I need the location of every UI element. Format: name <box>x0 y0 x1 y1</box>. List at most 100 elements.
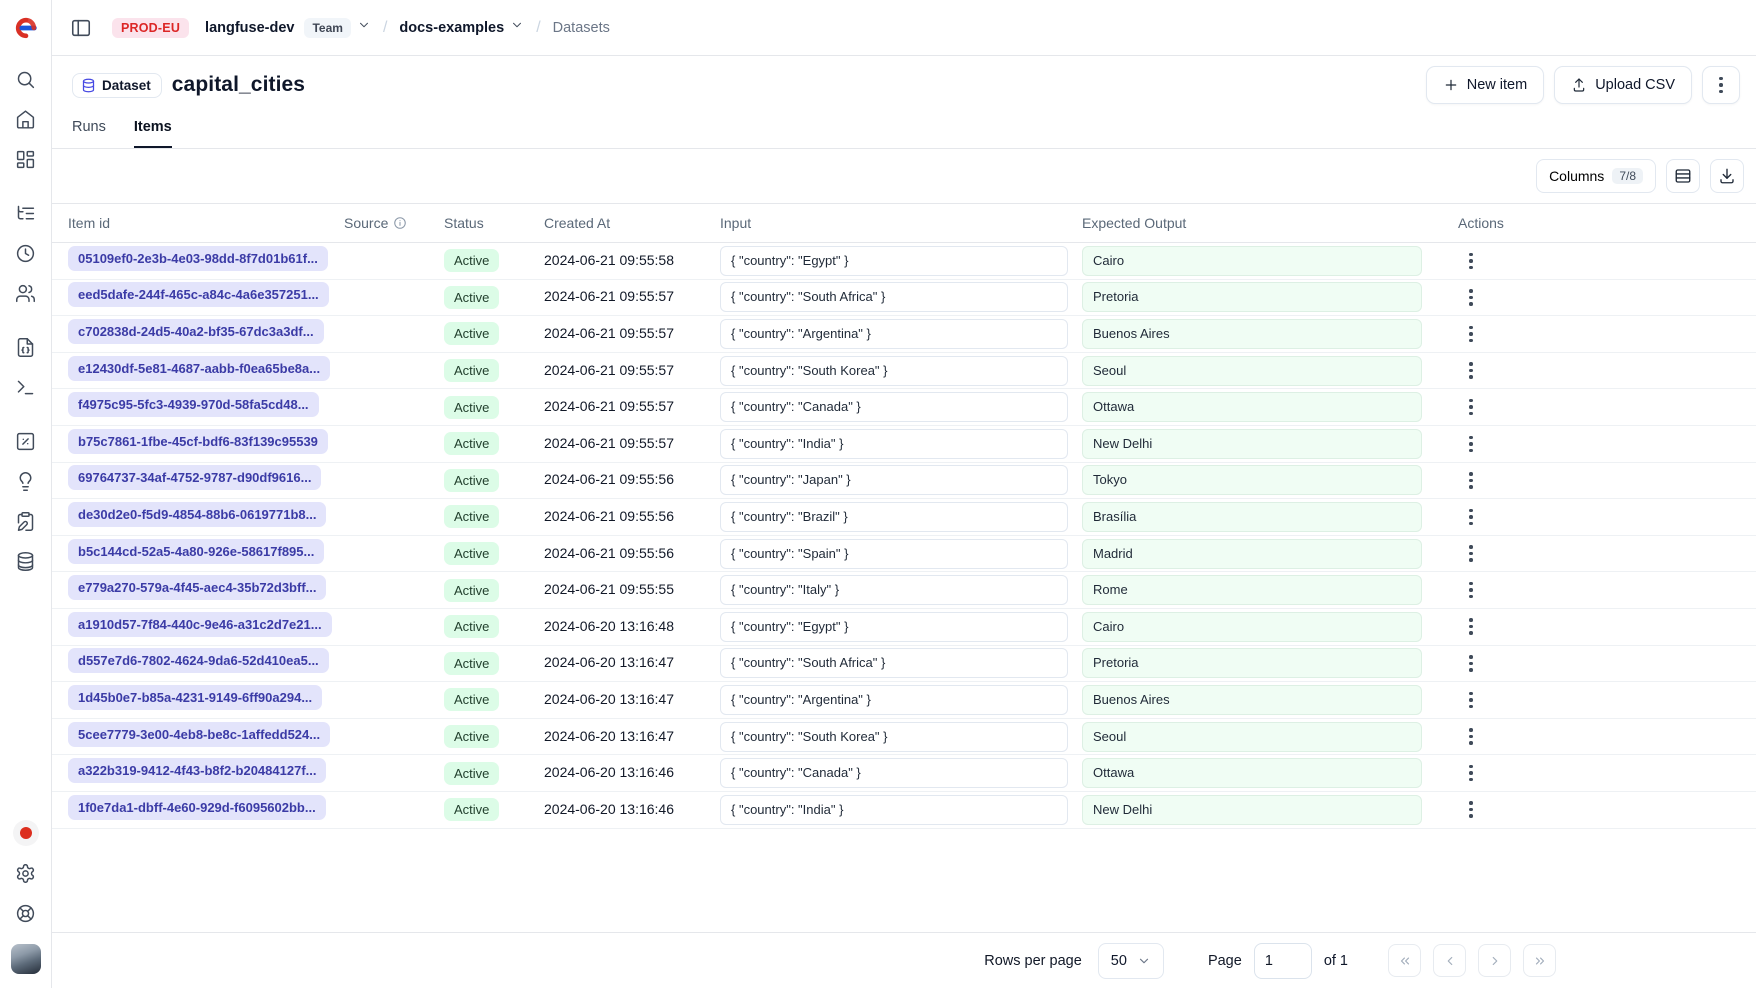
item-id-pill[interactable]: a1910d57-7f84-440c-9e46-a31c2d7e21... <box>68 612 332 637</box>
sidebar-toggle-icon[interactable] <box>66 13 96 43</box>
breadcrumb-section[interactable]: Datasets <box>553 20 610 36</box>
item-id-pill[interactable]: 5cee7779-3e00-4eb8-be8c-1affedd524... <box>68 722 330 747</box>
row-actions-kebab-button[interactable] <box>1458 431 1484 457</box>
input-value-box[interactable]: { "country": "South Korea" } <box>720 722 1068 752</box>
playground-terminal-icon[interactable] <box>9 370 43 404</box>
sessions-clock-icon[interactable] <box>9 236 43 270</box>
input-value-box[interactable]: { "country": "South Africa" } <box>720 282 1068 312</box>
input-value-box[interactable]: { "country": "Argentina" } <box>720 319 1068 349</box>
row-actions-kebab-button[interactable] <box>1458 541 1484 567</box>
columns-button[interactable]: Columns 7/8 <box>1536 159 1656 193</box>
expected-output-box[interactable]: Cairo <box>1082 612 1422 642</box>
input-value-box[interactable]: { "country": "Canada" } <box>720 392 1068 422</box>
first-page-button[interactable] <box>1388 944 1421 977</box>
expected-output-box[interactable]: Brasília <box>1082 502 1422 532</box>
input-value-box[interactable]: { "country": "Egypt" } <box>720 246 1068 276</box>
project-chevron-down-icon[interactable] <box>510 18 524 37</box>
row-actions-kebab-button[interactable] <box>1458 760 1484 786</box>
home-icon[interactable] <box>9 102 43 136</box>
input-value-box[interactable]: { "country": "South Korea" } <box>720 356 1068 386</box>
expected-output-box[interactable]: Seoul <box>1082 356 1422 386</box>
input-value-box[interactable]: { "country": "Brazil" } <box>720 502 1068 532</box>
expected-output-box[interactable]: Tokyo <box>1082 465 1422 495</box>
expected-output-box[interactable]: Pretoria <box>1082 648 1422 678</box>
input-value-box[interactable]: { "country": "Spain" } <box>720 539 1068 569</box>
expected-output-box[interactable]: Rome <box>1082 575 1422 605</box>
expected-output-box[interactable]: Ottawa <box>1082 758 1422 788</box>
prompts-file-icon[interactable] <box>9 330 43 364</box>
expected-output-box[interactable]: Seoul <box>1082 722 1422 752</box>
row-actions-kebab-button[interactable] <box>1458 504 1484 530</box>
expected-output-box[interactable]: Cairo <box>1082 246 1422 276</box>
langfuse-logo[interactable] <box>14 0 38 56</box>
users-icon[interactable] <box>9 276 43 310</box>
item-id-pill[interactable]: 69764737-34af-4752-9787-d90df9616... <box>68 465 321 490</box>
input-value-box[interactable]: { "country": "Argentina" } <box>720 685 1068 715</box>
row-actions-kebab-button[interactable] <box>1458 650 1484 676</box>
item-id-pill[interactable]: 05109ef0-2e3b-4e03-98dd-8f7d01b61f... <box>68 246 328 271</box>
expected-output-box[interactable]: Buenos Aires <box>1082 319 1422 349</box>
input-value-box[interactable]: { "country": "South Africa" } <box>720 648 1068 678</box>
expected-output-box[interactable]: Pretoria <box>1082 282 1422 312</box>
header-item-id[interactable]: Item id <box>52 215 344 231</box>
dashboard-icon[interactable] <box>9 142 43 176</box>
item-id-pill[interactable]: 1d45b0e7-b85a-4231-9149-6ff90a294... <box>68 685 322 710</box>
item-id-pill[interactable]: eed5dafe-244f-465c-a84c-4a6e357251... <box>68 282 329 307</box>
user-avatar[interactable] <box>11 944 41 974</box>
header-input[interactable]: Input <box>720 215 1082 231</box>
item-id-pill[interactable]: 1f0e7da1-dbff-4e60-929d-f6095602bb... <box>68 795 326 820</box>
header-status[interactable]: Status <box>444 215 544 231</box>
expected-output-box[interactable]: Madrid <box>1082 539 1422 569</box>
row-actions-kebab-button[interactable] <box>1458 687 1484 713</box>
next-page-button[interactable] <box>1478 944 1511 977</box>
row-actions-kebab-button[interactable] <box>1458 321 1484 347</box>
org-name[interactable]: langfuse-dev <box>205 20 294 36</box>
evaluation-percent-icon[interactable] <box>9 424 43 458</box>
annotation-clipboard-icon[interactable] <box>9 504 43 538</box>
support-lifebuoy-icon[interactable] <box>9 896 43 930</box>
row-actions-kebab-button[interactable] <box>1458 248 1484 274</box>
input-value-box[interactable]: { "country": "Canada" } <box>720 758 1068 788</box>
item-id-pill[interactable]: d557e7d6-7802-4624-9da6-52d410ea5... <box>68 648 329 673</box>
input-value-box[interactable]: { "country": "Egypt" } <box>720 612 1068 642</box>
row-actions-kebab-button[interactable] <box>1458 797 1484 823</box>
expected-output-box[interactable]: New Delhi <box>1082 429 1422 459</box>
datasets-database-icon[interactable] <box>9 544 43 578</box>
row-actions-kebab-button[interactable] <box>1458 614 1484 640</box>
environment-badge[interactable]: PROD-EU <box>112 18 189 38</box>
row-height-button[interactable] <box>1666 159 1700 193</box>
row-actions-kebab-button[interactable] <box>1458 724 1484 750</box>
row-actions-kebab-button[interactable] <box>1458 284 1484 310</box>
item-id-pill[interactable]: a322b319-9412-4f43-b8f2-b20484127f... <box>68 758 326 783</box>
item-id-pill[interactable]: de30d2e0-f5d9-4854-88b6-0619771b8... <box>68 502 326 527</box>
export-button[interactable] <box>1710 159 1744 193</box>
org-chevron-down-icon[interactable] <box>357 18 371 37</box>
page-number-input[interactable] <box>1254 943 1312 979</box>
project-name[interactable]: docs-examples <box>399 20 504 36</box>
header-created-at[interactable]: Created At <box>544 215 720 231</box>
rows-per-page-select[interactable]: 50 <box>1098 943 1164 979</box>
expected-output-box[interactable]: Buenos Aires <box>1082 685 1422 715</box>
search-icon[interactable] <box>9 62 43 96</box>
item-id-pill[interactable]: e779a270-579a-4f45-aec4-35b72d3bff... <box>68 575 326 600</box>
header-source[interactable]: Source <box>344 215 444 231</box>
header-expected-output[interactable]: Expected Output <box>1082 215 1444 231</box>
input-value-box[interactable]: { "country": "Italy" } <box>720 575 1068 605</box>
prev-page-button[interactable] <box>1433 944 1466 977</box>
input-value-box[interactable]: { "country": "India" } <box>720 429 1068 459</box>
row-actions-kebab-button[interactable] <box>1458 394 1484 420</box>
tab-items[interactable]: Items <box>134 119 172 148</box>
item-id-pill[interactable]: b75c7861-1fbe-45cf-bdf6-83f139c95539 <box>68 429 328 454</box>
item-id-pill[interactable]: c702838d-24d5-40a2-bf35-67dc3a3df... <box>68 319 324 344</box>
input-value-box[interactable]: { "country": "Japan" } <box>720 465 1068 495</box>
upload-csv-button[interactable]: Upload CSV <box>1554 66 1692 104</box>
settings-gear-icon[interactable] <box>9 856 43 890</box>
item-id-pill[interactable]: f4975c95-5fc3-4939-970d-58fa5cd48... <box>68 392 319 417</box>
record-status-dot[interactable] <box>9 816 43 850</box>
row-actions-kebab-button[interactable] <box>1458 467 1484 493</box>
item-id-pill[interactable]: b5c144cd-52a5-4a80-926e-58617f895... <box>68 539 324 564</box>
tab-runs[interactable]: Runs <box>72 119 106 148</box>
row-actions-kebab-button[interactable] <box>1458 577 1484 603</box>
row-actions-kebab-button[interactable] <box>1458 358 1484 384</box>
tracing-icon[interactable] <box>9 196 43 230</box>
